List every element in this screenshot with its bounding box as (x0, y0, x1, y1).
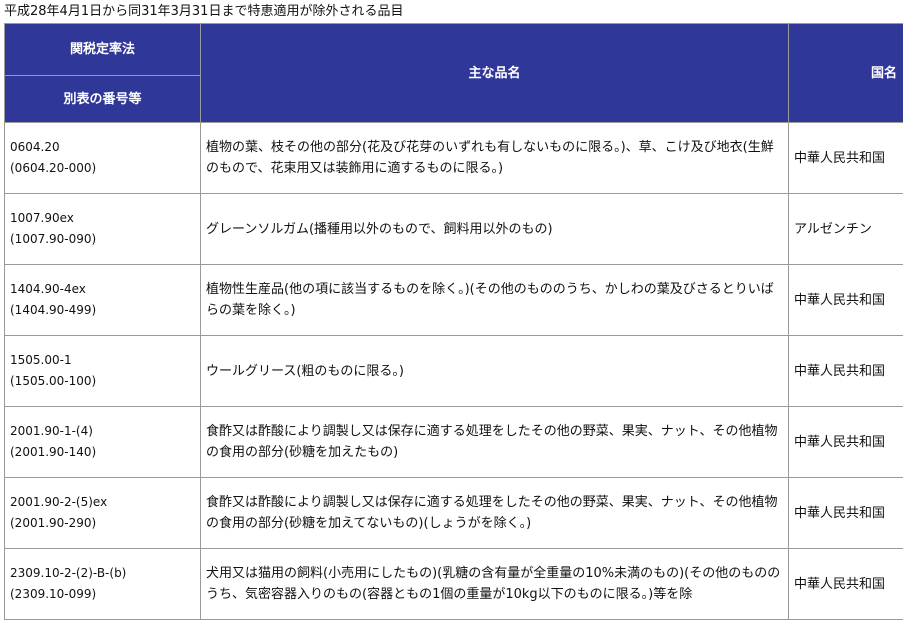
exclusion-items-table: 関税定率法 主な品名 国名 別表の番号等 0604.20 (0604.20-00… (4, 23, 903, 620)
code-cell: 1007.90ex (1007.90-090) (5, 194, 201, 265)
statistical-code: (0604.20-000) (10, 158, 195, 179)
table-row: 1007.90ex (1007.90-090) グレーンソルガム(播種用以外のも… (5, 194, 903, 265)
tariff-code: 2309.10-2-(2)-B-(b) (10, 563, 195, 584)
statistical-code: (2001.90-140) (10, 442, 195, 463)
statistical-code: (2309.10-099) (10, 584, 195, 605)
table-row: 1404.90-4ex (1404.90-499) 植物性生産品(他の項に該当す… (5, 265, 903, 336)
item-name-cell: 犬用又は猫用の飼料(小売用にしたもの)(乳糖の含有量が全重量の10%未満のもの)… (201, 549, 789, 620)
table-caption: 平成28年4月1日から同31年3月31日まで特恵適用が除外される品目 (4, 2, 403, 22)
country-cell: 中華人民共和国 (789, 407, 903, 478)
table-row: 0604.20 (0604.20-000) 植物の葉、枝その他の部分(花及び花芽… (5, 123, 903, 194)
table-row: 2001.90-2-(5)ex (2001.90-290) 食酢又は酢酸により調… (5, 478, 903, 549)
item-name-cell: ウールグリース(粗のものに限る。) (201, 336, 789, 407)
country-cell: アルゼンチン (789, 194, 903, 265)
item-name-cell: グレーンソルガム(播種用以外のもので、飼料用以外のもの) (201, 194, 789, 265)
code-cell: 2001.90-1-(4) (2001.90-140) (5, 407, 201, 478)
country-cell: 中華人民共和国 (789, 478, 903, 549)
code-cell: 1505.00-1 (1505.00-100) (5, 336, 201, 407)
country-cell: 中華人民共和国 (789, 549, 903, 620)
tariff-code: 1505.00-1 (10, 350, 195, 371)
code-cell: 2309.10-2-(2)-B-(b) (2309.10-099) (5, 549, 201, 620)
tariff-code: 2001.90-2-(5)ex (10, 492, 195, 513)
item-name-cell: 植物の葉、枝その他の部分(花及び花芽のいずれも有しないものに限る。)、草、こけ及… (201, 123, 789, 194)
header-tariff-rate-law: 関税定率法 (5, 24, 201, 76)
code-cell: 1404.90-4ex (1404.90-499) (5, 265, 201, 336)
tariff-code: 2001.90-1-(4) (10, 421, 195, 442)
country-cell: 中華人民共和国 (789, 336, 903, 407)
statistical-code: (1404.90-499) (10, 300, 195, 321)
item-name-cell: 食酢又は酢酸により調製し又は保存に適する処理をしたその他の野菜、果実、ナット、そ… (201, 407, 789, 478)
table-row: 1505.00-1 (1505.00-100) ウールグリース(粗のものに限る。… (5, 336, 903, 407)
table-row: 2001.90-1-(4) (2001.90-140) 食酢又は酢酸により調製し… (5, 407, 903, 478)
table-row: 2309.10-2-(2)-B-(b) (2309.10-099) 犬用又は猫用… (5, 549, 903, 620)
statistical-code: (1007.90-090) (10, 229, 195, 250)
tariff-code: 1404.90-4ex (10, 279, 195, 300)
tariff-code: 1007.90ex (10, 208, 195, 229)
header-item-name: 主な品名 (201, 24, 789, 123)
header-annex-number: 別表の番号等 (5, 76, 201, 123)
item-name-cell: 植物性生産品(他の項に該当するものを除く。)(その他のもののうち、かしわの葉及び… (201, 265, 789, 336)
code-cell: 0604.20 (0604.20-000) (5, 123, 201, 194)
code-cell: 2001.90-2-(5)ex (2001.90-290) (5, 478, 201, 549)
tariff-code: 0604.20 (10, 137, 195, 158)
country-cell: 中華人民共和国 (789, 123, 903, 194)
item-name-cell: 食酢又は酢酸により調製し又は保存に適する処理をしたその他の野菜、果実、ナット、そ… (201, 478, 789, 549)
statistical-code: (1505.00-100) (10, 371, 195, 392)
country-cell: 中華人民共和国 (789, 265, 903, 336)
statistical-code: (2001.90-290) (10, 513, 195, 534)
header-country: 国名 (789, 24, 903, 123)
